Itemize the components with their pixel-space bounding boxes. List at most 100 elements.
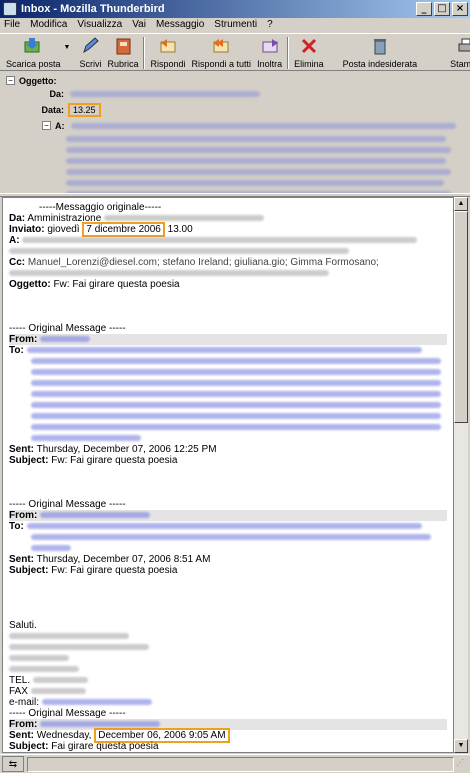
from-label: From: — [9, 334, 38, 345]
toolbar-separator — [287, 37, 290, 69]
fax-label: FAX — [9, 686, 28, 697]
compose-button[interactable]: Scrivi — [76, 34, 104, 70]
status-text-field — [27, 756, 454, 772]
email-label: e-mail: — [9, 697, 40, 708]
recipient-link-redacted[interactable] — [31, 534, 431, 541]
menu-modifica[interactable]: Modifica — [30, 18, 67, 32]
menu-strumenti[interactable]: Strumenti — [214, 18, 257, 32]
recipient-link-redacted[interactable] — [31, 369, 441, 376]
scroll-down-arrow-icon[interactable]: ▼ — [454, 739, 468, 753]
subject-row: − Oggetto: — [6, 74, 464, 87]
address-book-button[interactable]: Rubrica — [104, 34, 141, 70]
recipient-link-redacted[interactable] — [31, 402, 441, 409]
redacted-text — [9, 270, 329, 277]
om2-sent-value: Thursday, December 07, 2006 8:51 AM — [36, 554, 211, 565]
recipient-redacted[interactable] — [70, 122, 456, 129]
redacted-line — [9, 246, 447, 257]
reply-icon — [158, 36, 178, 56]
recipient-redacted[interactable] — [66, 158, 446, 164]
recipient-link-redacted[interactable] — [31, 358, 441, 365]
forward-button[interactable]: Inoltra — [254, 34, 285, 70]
recipient-link-redacted[interactable] — [31, 380, 441, 387]
oggetto-line: Oggetto: Fw: Fai girare questa poesia — [9, 279, 447, 290]
from-link-redacted[interactable] — [40, 721, 161, 728]
date-value: 13.25 — [68, 103, 101, 117]
om3-sent-line: Sent: Wednesday, December 06, 2006 9:05 … — [9, 728, 447, 743]
resize-grip-icon[interactable]: ⋰ — [456, 758, 468, 770]
recipient-redacted[interactable] — [66, 136, 446, 142]
om1-sent-line: Sent: Thursday, December 07, 2006 12:25 … — [9, 444, 447, 455]
from-value-redacted[interactable] — [70, 91, 260, 97]
recipient-link-redacted[interactable] — [26, 523, 422, 530]
reply-all-button[interactable]: Rispondi a tutti — [189, 34, 255, 70]
menu-file[interactable]: File — [4, 18, 20, 32]
thunderbird-icon — [3, 2, 17, 16]
da-line: Da: Amministrazione — [9, 213, 447, 224]
recipient-link-redacted[interactable] — [31, 424, 441, 431]
recipient-link-redacted[interactable] — [31, 413, 441, 420]
menu-help[interactable]: ? — [267, 18, 273, 32]
address-book-label: Rubrica — [107, 59, 139, 69]
printer-icon — [456, 36, 470, 56]
get-mail-label: Scarica posta — [6, 59, 61, 69]
reply-all-label: Rispondi a tutti — [191, 59, 252, 69]
inviato-day: giovedì — [47, 224, 80, 235]
reply-button[interactable]: Rispondi — [147, 34, 188, 70]
close-button[interactable]: × — [452, 2, 468, 16]
oggetto-label: Oggetto: — [9, 279, 51, 290]
print-button[interactable]: Stampa — [447, 34, 470, 70]
original-message-separator: ----- Original Message ----- — [9, 708, 126, 719]
from-link-redacted[interactable] — [40, 336, 91, 343]
delete-button[interactable]: Elimina — [291, 34, 327, 70]
recipient-link-redacted[interactable] — [31, 391, 441, 398]
inviato-label: Inviato: — [9, 224, 45, 235]
date-row: Data: 13.25 — [6, 101, 464, 119]
message-body: -----Messaggio originale----- Da: Ammini… — [2, 197, 454, 753]
redacted-line — [9, 268, 447, 279]
pencil-icon — [80, 36, 100, 56]
scroll-up-arrow-icon[interactable]: ▲ — [454, 197, 468, 211]
dropdown-arrow-icon[interactable]: ▼ — [64, 44, 71, 70]
redacted-text — [9, 633, 129, 640]
maximize-button[interactable]: □ — [434, 2, 450, 16]
print-label: Stampa — [450, 59, 470, 69]
om1-from-line: From: — [9, 334, 447, 345]
online-status-icon[interactable]: ⇆ — [2, 756, 24, 772]
from-row: Da: — [6, 87, 464, 101]
recipient-link-redacted[interactable] — [26, 347, 422, 354]
reply-label: Rispondi — [150, 59, 186, 69]
recipient-redacted[interactable] — [66, 169, 451, 175]
from-link-redacted[interactable] — [40, 512, 151, 519]
email-link-redacted[interactable] — [41, 699, 152, 706]
vertical-scrollbar[interactable]: ▲ ▼ — [454, 197, 468, 753]
get-mail-button[interactable]: Scarica posta — [3, 34, 64, 70]
saluti-text: Saluti. — [9, 620, 37, 631]
om2-to-line: To: — [9, 521, 447, 532]
window-title: Inbox - Mozilla Thunderbird — [21, 3, 165, 15]
inviato-line: Inviato: giovedì 7 dicembre 2006 13.00 — [9, 222, 447, 237]
cc-label: Cc: — [9, 257, 26, 268]
menu-visualizza[interactable]: Visualizza — [77, 18, 122, 32]
redacted-text — [9, 644, 149, 651]
to-row: − A: — [6, 119, 464, 132]
collapse-twisty-icon[interactable]: − — [42, 121, 51, 130]
message-header-pane: − Oggetto: Da: Data: 13.25 − A: — [0, 72, 470, 219]
menu-vai[interactable]: Vai — [132, 18, 146, 32]
collapse-twisty-icon[interactable]: − — [6, 76, 15, 85]
recipient-redacted[interactable] — [66, 180, 444, 186]
menu-messaggio[interactable]: Messaggio — [156, 18, 204, 32]
om1-subject-value: Fw: Fai girare questa poesia — [51, 455, 178, 466]
sent-label: Sent: — [9, 554, 34, 565]
original-message-separator: -----Messaggio originale----- — [39, 202, 162, 213]
email-line: e-mail: — [9, 697, 447, 708]
recipient-link-redacted[interactable] — [31, 435, 141, 442]
da-label: Da: — [9, 213, 26, 224]
om1-subject-line: Subject: Fw: Fai girare questa poesia — [9, 455, 447, 466]
recipient-redacted[interactable] — [66, 147, 451, 153]
scroll-thumb[interactable] — [454, 211, 468, 423]
forward-icon — [260, 36, 280, 56]
recipient-link-redacted[interactable] — [31, 545, 71, 552]
minimize-button[interactable]: _ — [416, 2, 432, 16]
to-label: To: — [9, 345, 24, 356]
junk-button[interactable]: Posta indesiderata — [327, 34, 434, 70]
